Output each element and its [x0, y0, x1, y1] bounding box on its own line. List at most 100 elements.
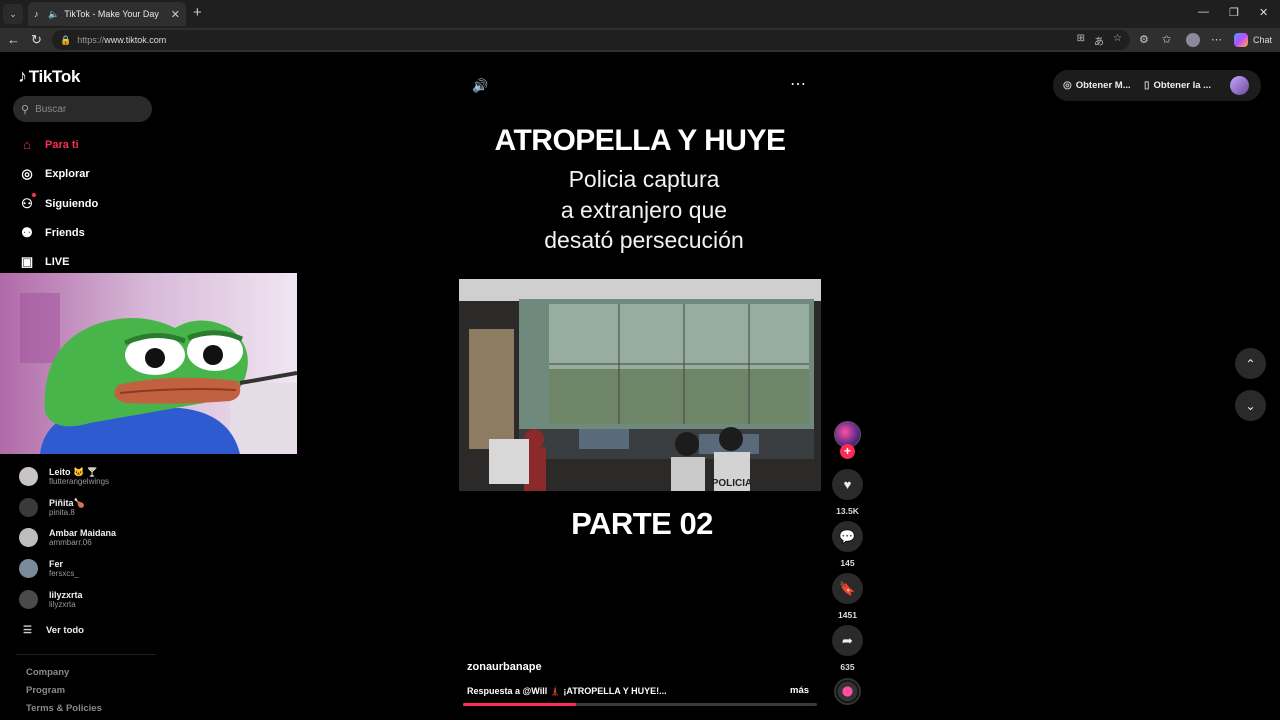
account-handle: ammbarr.06 [49, 538, 92, 547]
follow-plus-icon[interactable]: + [840, 444, 855, 459]
notification-dot [32, 193, 36, 197]
reload-icon[interactable]: ↻ [31, 32, 42, 48]
url-host: www.tiktok.com [104, 35, 167, 45]
favorites-icon[interactable]: ✩ [1162, 33, 1171, 46]
site-info-icon[interactable]: 🔒 [60, 35, 71, 46]
account-name: Piñita🍗 [49, 498, 85, 508]
following-account[interactable]: Fer fersxcs_ [19, 559, 79, 578]
list-icon: ☰ [23, 625, 32, 636]
restore-icon[interactable]: ❐ [1229, 6, 1239, 19]
friends-icon: ⚉ [21, 225, 33, 240]
save-count: 1451 [838, 610, 857, 620]
account-name: Leito 🐱 🍸 [49, 467, 98, 477]
nav-item-para-ti[interactable]: ⌂ Para ti [18, 137, 79, 152]
video-caption: Respuesta a @Will 🗼 ¡ATROPELLA Y HUYE!..… [467, 686, 667, 696]
footer-link-company[interactable]: Company [26, 667, 69, 678]
video-frame[interactable]: POLICIA [459, 279, 821, 491]
next-video-button[interactable]: ⌄ [1235, 390, 1266, 421]
frog-overlay-image [0, 273, 297, 454]
previous-video-button[interactable]: ⌃ [1235, 348, 1266, 379]
get-app-label: Obtener la ... [1153, 80, 1212, 91]
search-box[interactable]: ⚲ [13, 96, 152, 122]
share-icon: ➦ [842, 632, 853, 648]
tab-audio-icon[interactable]: 🔈 [48, 9, 59, 20]
chevron-up-icon: ⌃ [1245, 356, 1256, 371]
nav-item-friends[interactable]: ⚉ Friends [18, 225, 85, 241]
favorite-star-icon[interactable]: ☆ [1113, 33, 1122, 48]
chevron-down-icon: ⌄ [1245, 398, 1256, 413]
comment-icon: 💬 [839, 528, 856, 544]
minimize-icon[interactable]: — [1198, 6, 1209, 18]
following-account[interactable]: Leito 🐱 🍸 flutterangelwings [19, 467, 109, 486]
avatar [19, 528, 38, 547]
comment-button[interactable]: 💬 [832, 521, 863, 552]
url-protocol: https:// [77, 35, 105, 45]
video-progress-fill [463, 703, 577, 706]
like-count: 13.5K [836, 506, 859, 516]
following-account[interactable]: Piñita🍗 pinita.8 [19, 498, 85, 517]
nav-item-live[interactable]: ▣ LIVE [18, 254, 70, 270]
save-button[interactable]: 🔖 [832, 573, 863, 604]
sidebar-divider [16, 654, 156, 655]
see-all-link[interactable]: ☰ Ver todo [23, 625, 84, 636]
app-available-icon[interactable]: ⊞ [1077, 33, 1085, 48]
account-handle: pinita.8 [49, 508, 75, 517]
tiktok-note-icon: ♪ [18, 66, 27, 86]
window-close-icon[interactable]: ✕ [1259, 6, 1268, 19]
profile-avatar[interactable] [1186, 33, 1200, 47]
video-more-icon[interactable]: ⋯ [790, 74, 807, 94]
following-account[interactable]: Ambar Maidana ammbarr.06 [19, 528, 116, 547]
nav-item-siguiendo[interactable]: ⚇ Siguiendo [18, 193, 98, 212]
account-name: Fer [49, 559, 64, 569]
video-subtitle-line: a extranjero que [560, 197, 728, 223]
user-avatar[interactable] [1230, 76, 1249, 95]
settings-more-icon[interactable]: ⋯ [1211, 33, 1222, 46]
footer-link-terms[interactable]: Terms & Policies [26, 703, 102, 714]
avatar [19, 467, 38, 486]
footer-link-program[interactable]: Program [26, 685, 65, 696]
webcam-overlay [0, 273, 297, 454]
video-author[interactable]: zonaurbanape [467, 661, 542, 673]
frame-sign: POLICIA [712, 478, 753, 489]
avatar [19, 590, 38, 609]
tiktok-logo[interactable]: ♪ TikTok [18, 66, 80, 87]
browser-tab-tiktok[interactable]: ♪ 🔈 TikTok - Make Your Day ✕ [28, 2, 186, 26]
following-account[interactable]: lilyzxrta lilyzxrta [19, 590, 83, 609]
video-headline: ATROPELLA Y HUYE [494, 124, 786, 157]
extensions-icon[interactable]: ⚙ [1139, 33, 1149, 46]
share-button[interactable]: ➦ [832, 625, 863, 656]
get-app-button[interactable]: ▯ Obtener la ... [1144, 80, 1211, 91]
tab-title: TikTok - Make Your Day [64, 9, 159, 19]
video-progress-bar[interactable] [463, 703, 817, 706]
bookmark-icon: 🔖 [839, 580, 856, 596]
url-field[interactable]: 🔒 https:// www.tiktok.com ⊞ あ ☆ [52, 30, 1130, 50]
following-icon: ⚇ [21, 196, 33, 211]
account-name: Ambar Maidana [49, 528, 117, 538]
nav-label: Para ti [45, 138, 79, 151]
search-input[interactable] [35, 103, 136, 115]
get-coins-button[interactable]: ◎ Obtener M... [1063, 80, 1131, 91]
search-icon: ⚲ [21, 103, 30, 116]
account-handle: lilyzxrta [49, 600, 76, 609]
tab-actions-menu-icon[interactable]: ⌄ [3, 4, 23, 24]
like-button[interactable]: ♥ [832, 469, 863, 500]
phone-icon: ▯ [1144, 80, 1150, 91]
nav-item-explorar[interactable]: ◎ Explorar [18, 166, 89, 182]
browser-tab-bar: ⌄ ♪ 🔈 TikTok - Make Your Day ✕ + — ❐ ✕ [0, 0, 1280, 28]
back-icon[interactable]: ← [7, 32, 20, 48]
heart-icon: ♥ [843, 477, 852, 492]
see-all-label: Ver todo [45, 625, 84, 636]
tab-close-icon[interactable]: ✕ [171, 8, 180, 21]
music-disc-icon[interactable] [834, 678, 861, 705]
translate-icon[interactable]: あ [1094, 33, 1104, 48]
caption-more-link[interactable]: más [790, 685, 809, 696]
volume-icon[interactable]: 🔊 [472, 78, 488, 94]
video-subtitle-line: Policia captura [568, 166, 720, 192]
chat-label[interactable]: Chat [1253, 35, 1272, 45]
avatar [19, 559, 38, 578]
new-tab-icon[interactable]: + [193, 5, 202, 21]
copilot-icon[interactable] [1234, 33, 1248, 47]
get-coins-label: Obtener M... [1075, 80, 1131, 91]
nav-label: Friends [45, 227, 85, 239]
browser-address-bar: ← ↻ 🔒 https:// www.tiktok.com ⊞ あ ☆ ⚙ ✩ [0, 28, 1280, 52]
